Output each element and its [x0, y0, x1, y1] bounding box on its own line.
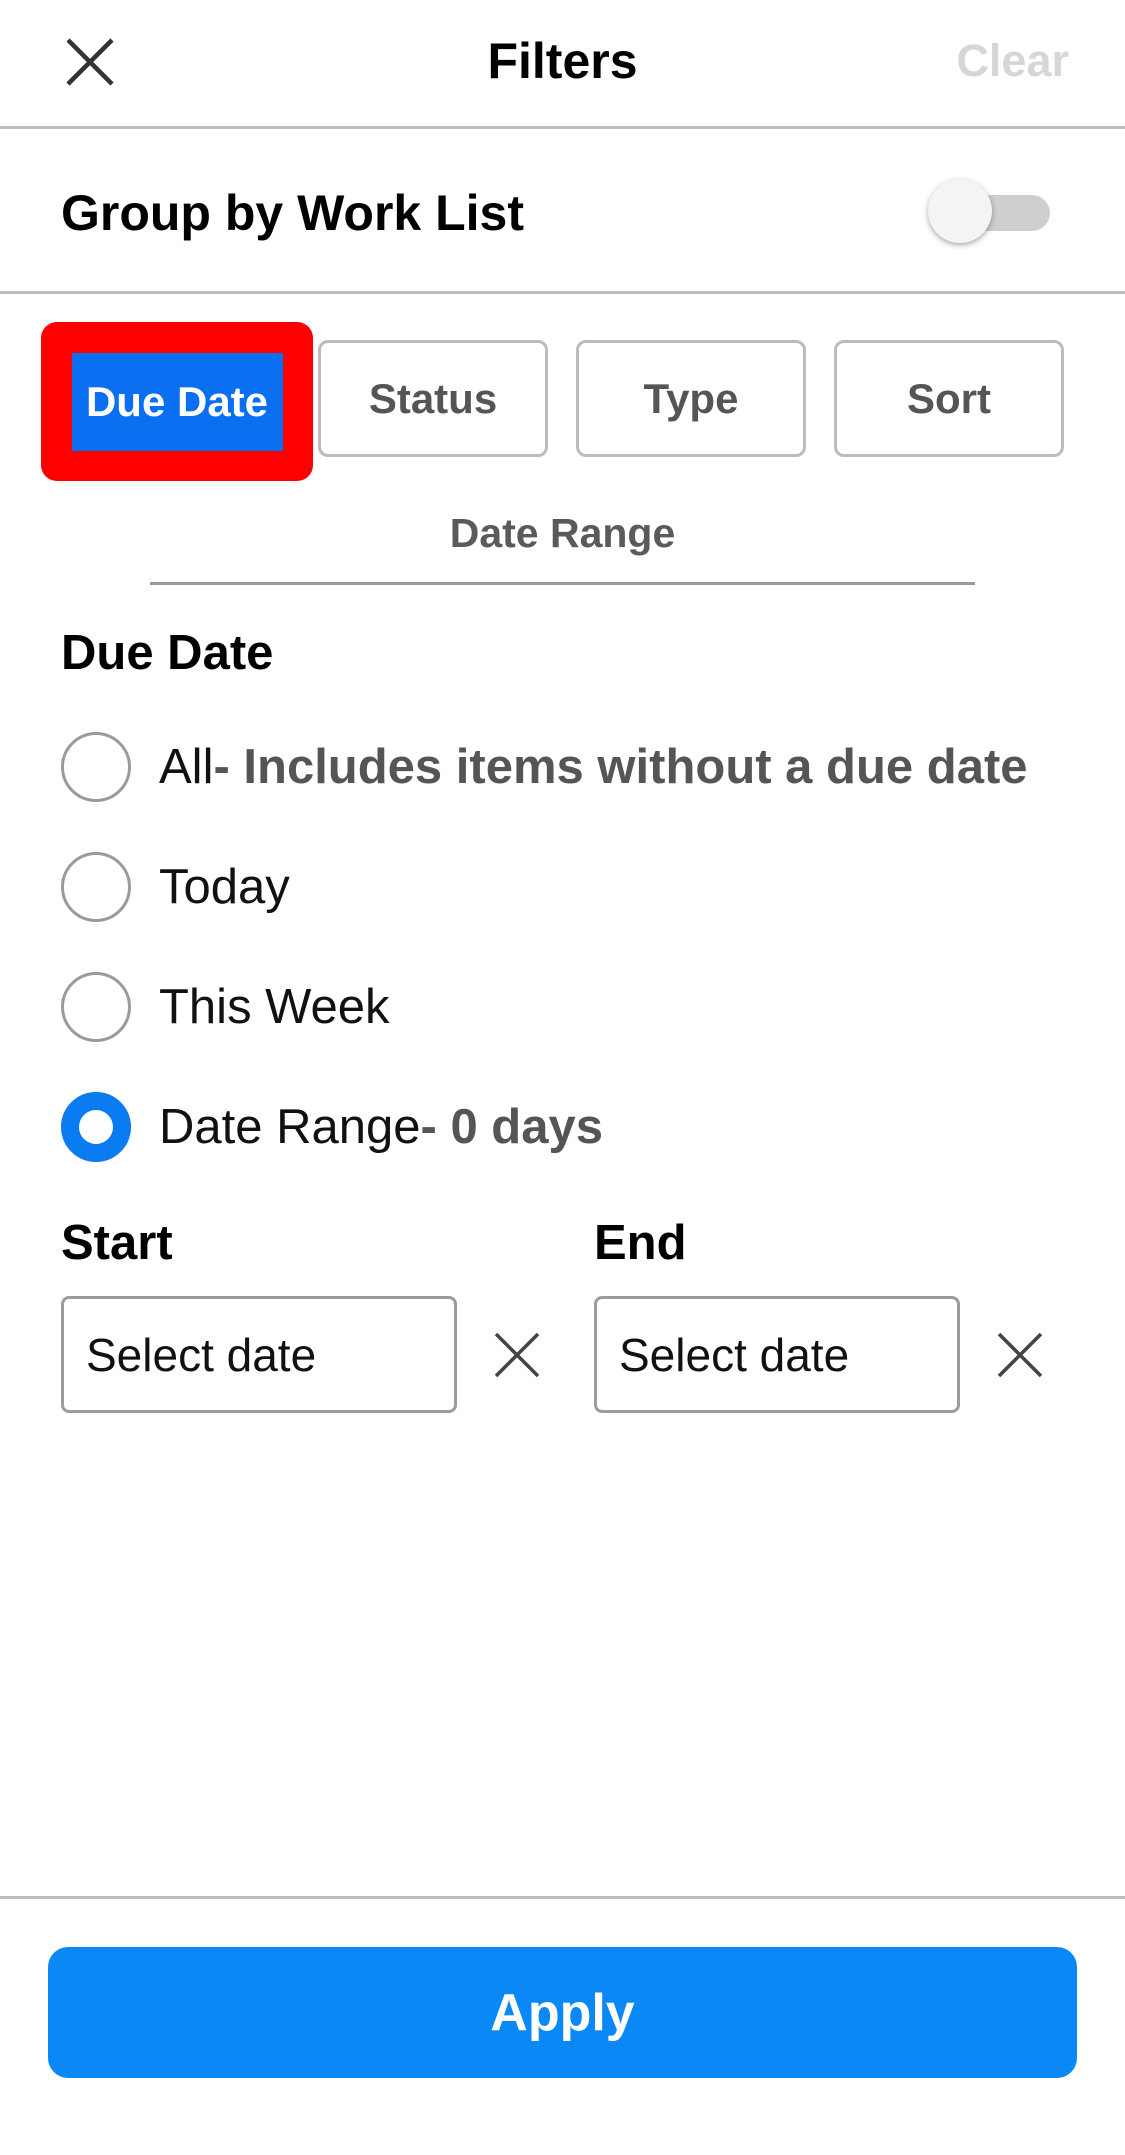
due-date-heading: Due Date [61, 626, 274, 680]
option-this-week-label: This Week [159, 980, 390, 1034]
date-range-subtab[interactable]: Date Range [150, 505, 975, 561]
subtab-underline [150, 582, 975, 585]
group-by-label: Group by Work List [61, 185, 524, 241]
option-all-label: All [159, 740, 214, 794]
tab-due-date-label: Due Date [71, 352, 283, 451]
option-all[interactable]: All - Includes items without a due date [61, 727, 1028, 807]
end-label: End [594, 1216, 687, 1270]
clear-end-button[interactable] [993, 1328, 1047, 1382]
apply-button[interactable]: Apply [48, 1947, 1077, 2078]
tab-status[interactable]: Status [318, 340, 548, 457]
option-date-range[interactable]: Date Range - 0 days [61, 1087, 603, 1167]
tab-sort[interactable]: Sort [834, 340, 1064, 457]
end-date-input[interactable] [594, 1296, 960, 1413]
close-icon [997, 1332, 1043, 1378]
group-by-toggle[interactable] [926, 175, 1050, 251]
option-today[interactable]: Today [61, 847, 290, 927]
toggle-knob [928, 179, 992, 243]
clear-button[interactable]: Clear [956, 28, 1069, 94]
clear-start-button[interactable] [490, 1328, 544, 1382]
start-label: Start [61, 1216, 173, 1270]
option-this-week[interactable]: This Week [61, 967, 390, 1047]
footer-divider [0, 1896, 1125, 1899]
radio-date-range[interactable] [61, 1092, 131, 1162]
radio-this-week[interactable] [61, 972, 131, 1042]
radio-all[interactable] [61, 732, 131, 802]
tab-due-date[interactable]: Due Date [41, 322, 313, 481]
section-divider [0, 291, 1125, 294]
option-date-range-note: - 0 days [420, 1100, 603, 1154]
header-divider [0, 126, 1125, 129]
option-today-label: Today [159, 860, 290, 914]
option-all-note: - Includes items without a due date [213, 740, 1028, 794]
radio-today[interactable] [61, 852, 131, 922]
close-icon [494, 1332, 540, 1378]
start-date-input[interactable] [61, 1296, 457, 1413]
tab-type[interactable]: Type [576, 340, 806, 457]
option-date-range-label: Date Range [159, 1100, 421, 1154]
